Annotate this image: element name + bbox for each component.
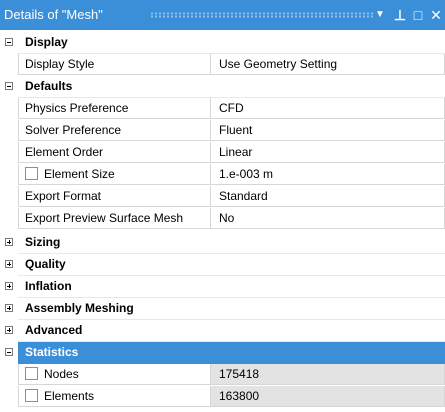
category-label: Assembly Meshing	[18, 298, 445, 320]
property-value[interactable]: No	[211, 208, 445, 229]
category-quality[interactable]: Quality	[0, 254, 445, 276]
collapse-icon[interactable]	[5, 348, 13, 356]
property-value[interactable]: Standard	[211, 186, 445, 207]
property-value[interactable]: 1.e-003 m	[211, 164, 445, 185]
property-name: Element Order	[18, 142, 211, 163]
category-label: Inflation	[18, 276, 445, 298]
close-icon[interactable]: ✕	[428, 0, 444, 30]
property-name: Display Style	[18, 54, 211, 75]
category-label: Sizing	[18, 232, 445, 254]
property-name: Elements	[44, 389, 95, 403]
panel-title: Details of "Mesh"	[4, 7, 103, 22]
category-label: Quality	[18, 254, 445, 276]
property-row-nodes[interactable]: Nodes 175418	[0, 364, 445, 386]
maximize-icon[interactable]: □	[410, 0, 426, 30]
expand-icon[interactable]	[5, 260, 13, 268]
category-statistics[interactable]: Statistics	[0, 342, 445, 364]
property-row-solver-preference[interactable]: Solver Preference Fluent	[0, 120, 445, 142]
property-row-export-format[interactable]: Export Format Standard	[0, 186, 445, 208]
property-value: 175418	[211, 364, 445, 385]
property-row-export-preview-surface-mesh[interactable]: Export Preview Surface Mesh No	[0, 208, 445, 230]
property-value: 163800	[211, 386, 445, 407]
category-label: Advanced	[18, 320, 445, 342]
expand-icon[interactable]	[5, 304, 13, 312]
property-value[interactable]: CFD	[211, 98, 445, 119]
category-assembly-meshing[interactable]: Assembly Meshing	[0, 298, 445, 320]
property-row-physics-preference[interactable]: Physics Preference CFD	[0, 98, 445, 120]
expand-icon[interactable]	[5, 282, 13, 290]
parameter-checkbox[interactable]	[25, 167, 38, 180]
property-row-element-order[interactable]: Element Order Linear	[0, 142, 445, 164]
parameter-checkbox[interactable]	[25, 389, 38, 402]
collapse-icon[interactable]	[5, 38, 13, 46]
parameter-checkbox[interactable]	[25, 367, 38, 380]
property-name-cell: Elements	[18, 386, 211, 407]
category-advanced[interactable]: Advanced	[0, 320, 445, 342]
category-defaults[interactable]: Defaults	[0, 76, 445, 98]
property-name-cell: Element Size	[18, 164, 211, 185]
category-sizing[interactable]: Sizing	[0, 232, 445, 254]
property-name: Element Size	[44, 167, 115, 181]
property-row-element-size[interactable]: Element Size 1.e-003 m	[0, 164, 445, 186]
titlebar-grip[interactable]	[150, 12, 373, 18]
category-inflation[interactable]: Inflation	[0, 276, 445, 298]
expand-icon[interactable]	[5, 238, 13, 246]
category-label: Statistics	[18, 342, 445, 364]
property-value[interactable]: Fluent	[211, 120, 445, 141]
property-value[interactable]: Use Geometry Setting	[211, 54, 445, 75]
property-name: Solver Preference	[18, 120, 211, 141]
category-label: Defaults	[18, 76, 445, 98]
property-row-display-style[interactable]: Display Style Use Geometry Setting	[0, 54, 445, 76]
details-panel-titlebar: Details of "Mesh" ▼ ⊥ □ ✕	[0, 0, 445, 30]
property-name: Nodes	[44, 367, 79, 381]
property-row-elements[interactable]: Elements 163800	[0, 386, 445, 408]
pin-icon[interactable]: ⊥	[392, 0, 408, 30]
property-name: Physics Preference	[18, 98, 211, 119]
property-value[interactable]: Linear	[211, 142, 445, 163]
category-display[interactable]: Display	[0, 32, 445, 54]
property-name-cell: Nodes	[18, 364, 211, 385]
property-name: Export Preview Surface Mesh	[18, 208, 211, 229]
property-name: Export Format	[18, 186, 211, 207]
expand-icon[interactable]	[5, 326, 13, 334]
chevron-down-icon[interactable]: ▼	[372, 0, 388, 30]
category-label: Display	[18, 32, 445, 54]
collapse-icon[interactable]	[5, 82, 13, 90]
